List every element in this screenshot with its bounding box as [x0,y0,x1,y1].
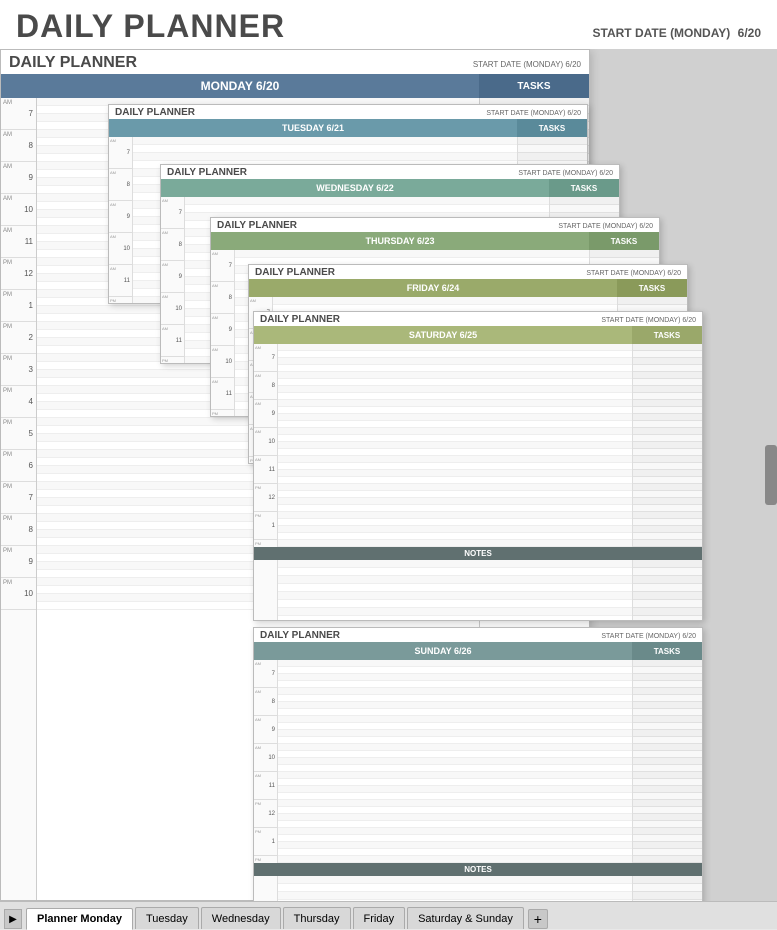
tab-tuesday[interactable]: Tuesday [135,907,199,929]
main-header: DAILY PLANNER START DATE (MONDAY) 6/20 [0,0,777,49]
sheet-sunday: DAILY PLANNER START DATE (MONDAY) 6/20 S… [253,627,703,901]
start-date-value: 6/20 [738,26,761,40]
sheet-saturday: DAILY PLANNER START DATE (MONDAY) 6/20 S… [253,311,703,621]
scrollbar[interactable] [765,445,777,505]
tab-nav-prev[interactable]: ▶ [4,909,22,929]
tab-add-button[interactable]: + [528,909,548,929]
tab-thursday[interactable]: Thursday [283,907,351,929]
tab-friday[interactable]: Friday [353,907,406,929]
start-date-label-text: START DATE (MONDAY) [593,26,731,40]
start-date-info: START DATE (MONDAY) 6/20 [593,26,761,40]
tab-saturday-sunday[interactable]: Saturday & Sunday [407,907,524,929]
app-title: DAILY PLANNER [16,8,285,45]
tab-wednesday[interactable]: Wednesday [201,907,281,929]
tab-monday[interactable]: Planner Monday [26,908,133,930]
tab-bar: ▶ Planner MondayTuesdayWednesdayThursday… [0,901,777,929]
content-area: DAILY PLANNER START DATE (MONDAY) 6/20 M… [0,49,777,901]
